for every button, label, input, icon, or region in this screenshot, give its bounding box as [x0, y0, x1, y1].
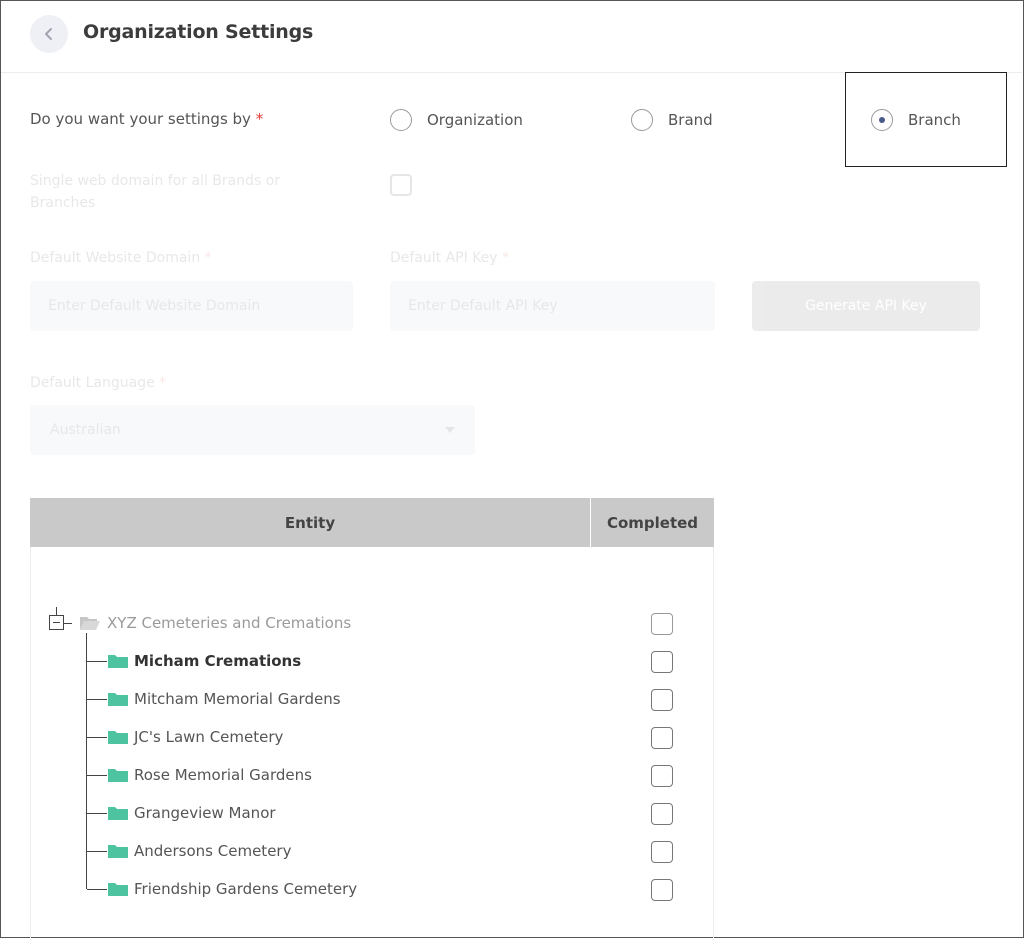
- completed-checkbox[interactable]: [651, 803, 673, 825]
- folder-icon: [108, 655, 128, 668]
- tree-node-label: Mitcham Memorial Gardens: [134, 690, 341, 708]
- column-header-completed[interactable]: Completed: [591, 498, 714, 547]
- default-api-key-label-text: Default API Key: [390, 250, 498, 266]
- folder-icon: [108, 731, 128, 744]
- tree-connector: [56, 607, 57, 615]
- tree-node-label: Grangeview Manor: [134, 804, 276, 822]
- default-api-key-input[interactable]: Enter Default API Key: [390, 281, 715, 331]
- default-api-key-label: Default API Key *: [390, 250, 509, 266]
- completed-checkbox[interactable]: [651, 613, 673, 635]
- table-header: Entity Completed: [30, 498, 714, 547]
- tree-node-child[interactable]: Andersons Cemetery: [108, 840, 291, 862]
- folder-icon: [108, 769, 128, 782]
- chevron-left-icon: [45, 28, 52, 40]
- radio-brand[interactable]: Brand: [631, 109, 713, 131]
- generate-api-key-button[interactable]: Generate API Key: [752, 281, 980, 331]
- single-domain-checkbox[interactable]: [390, 174, 412, 196]
- tree-node-label: Micham Cremations: [134, 652, 302, 670]
- default-domain-input[interactable]: Enter Default Website Domain: [30, 281, 353, 331]
- settings-by-label: Do you want your settings by *: [30, 110, 263, 128]
- default-domain-label: Default Website Domain *: [30, 250, 212, 266]
- tree-node-child[interactable]: Friendship Gardens Cemetery: [108, 878, 357, 900]
- tree-connector: [87, 661, 107, 662]
- completed-checkbox[interactable]: [651, 689, 673, 711]
- radio-organization-label: Organization: [427, 111, 523, 129]
- tree-node-child[interactable]: Rose Memorial Gardens: [108, 764, 312, 786]
- collapse-toggle[interactable]: [49, 615, 64, 630]
- page-title: Organization Settings: [83, 21, 314, 43]
- tree-connector: [87, 775, 107, 776]
- tree-node-label: Friendship Gardens Cemetery: [134, 880, 358, 898]
- settings-by-label-text: Do you want your settings by: [30, 110, 251, 128]
- tree-connector: [87, 851, 107, 852]
- radio-brand-circle[interactable]: [631, 109, 653, 131]
- default-language-label: Default Language *: [30, 375, 166, 391]
- tree-connector: [87, 889, 107, 890]
- folder-icon: [108, 883, 128, 896]
- required-mark: *: [255, 110, 264, 128]
- tree-connector: [87, 737, 107, 738]
- default-language-label-text: Default Language: [30, 375, 155, 391]
- column-header-entity[interactable]: Entity: [30, 498, 591, 547]
- tree-node-child[interactable]: Grangeview Manor: [108, 802, 276, 824]
- page-header: Organization Settings: [1, 1, 1022, 73]
- required-mark: *: [204, 250, 212, 266]
- tree-node-root[interactable]: XYZ Cemeteries and Cremations: [79, 612, 351, 634]
- radio-brand-label: Brand: [668, 111, 713, 129]
- tree-node-child[interactable]: Mitcham Memorial Gardens: [108, 688, 341, 710]
- required-mark: *: [159, 375, 167, 391]
- completed-checkbox[interactable]: [651, 841, 673, 863]
- entity-table: Entity Completed XYZ Cemeteries and Crem…: [30, 498, 714, 938]
- folder-open-icon: [80, 617, 100, 630]
- folder-icon: [108, 845, 128, 858]
- tree-node-child[interactable]: Micham Cremations: [108, 650, 301, 672]
- tree-node-label: Rose Memorial Gardens: [134, 766, 312, 784]
- completed-checkbox[interactable]: [651, 879, 673, 901]
- branch-highlight-box: [845, 72, 1007, 167]
- completed-checkbox[interactable]: [651, 727, 673, 749]
- tree-node-label: JC's Lawn Cemetery: [134, 728, 284, 746]
- required-mark: *: [502, 250, 510, 266]
- tree-connector: [87, 699, 107, 700]
- completed-checkbox[interactable]: [651, 765, 673, 787]
- folder-icon: [108, 693, 128, 706]
- single-domain-label: Single web domain for all Brands or Bran…: [30, 173, 281, 211]
- tree-node-child[interactable]: JC's Lawn Cemetery: [108, 726, 283, 748]
- back-button[interactable]: [30, 15, 68, 53]
- tree-node-label: Andersons Cemetery: [134, 842, 292, 860]
- default-domain-placeholder: Enter Default Website Domain: [48, 298, 261, 314]
- tree-connector: [87, 813, 107, 814]
- folder-icon: [108, 807, 128, 820]
- tree-connector: [64, 623, 72, 624]
- default-domain-label-text: Default Website Domain: [30, 250, 201, 266]
- default-language-value: Australian: [50, 422, 121, 438]
- caret-down-icon: [445, 427, 455, 433]
- completed-checkbox[interactable]: [651, 651, 673, 673]
- radio-organization[interactable]: Organization: [390, 109, 523, 131]
- tree-node-label: XYZ Cemeteries and Cremations: [107, 614, 352, 632]
- radio-organization-circle[interactable]: [390, 109, 412, 131]
- default-api-key-placeholder: Enter Default API Key: [408, 298, 558, 314]
- default-language-select[interactable]: Australian: [30, 405, 475, 455]
